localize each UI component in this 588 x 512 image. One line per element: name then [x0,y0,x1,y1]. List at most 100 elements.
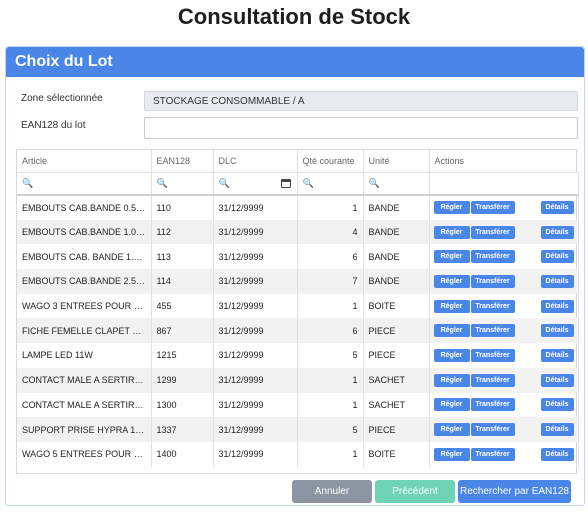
cell-qty: 1 [297,441,364,467]
previous-button[interactable]: Précédent [375,480,455,503]
transferer-button[interactable]: Transférer [470,250,515,264]
search-icon: 🔍 [368,177,380,188]
cell-ean128: 455 [151,293,214,319]
regler-button[interactable]: Régler [433,324,470,338]
table-row[interactable]: EMBOUTS CAB.BANDE 2.5MM² 114 31/12/9999 7 BA… [17,269,579,294]
cell-unit: SACHET [363,367,430,393]
table-row[interactable]: EMBOUTS CAB.BANDE 0.5MM² 110 31/12/9999 1 BA… [17,195,579,220]
page-title: Consultation de Stock [177,4,411,29]
regler-button[interactable]: Régler [433,299,470,313]
cell-ean128: 1299 [151,367,214,393]
ean128-input[interactable] [144,117,578,139]
cell-actions: Régler Transférer Détails [429,392,579,418]
transferer-button[interactable]: Transférer [470,201,515,215]
regler-button[interactable]: Régler [433,274,470,288]
cell-actions: Régler Transférer Détails [429,441,579,467]
cell-dlc: 31/12/9999 [213,219,298,245]
transferer-button[interactable]: Transférer [470,373,515,387]
details-button[interactable]: Détails [540,447,574,461]
cell-qty: 1 [297,367,364,393]
search-icon: 🔍 [218,177,230,188]
details-button[interactable]: Détails [540,398,574,412]
details-button[interactable]: Détails [540,274,574,288]
filter-qty[interactable]: 🔍 [297,172,364,196]
cell-article: WAGO 3 ENTREES POUR CABLE [17,293,152,319]
cell-qty: 6 [297,244,364,270]
regler-button[interactable]: Régler [433,201,470,215]
table-row[interactable]: EMBOUTS CAB.BANDE 1.00MM² 112 31/12/9999 4 B… [17,219,579,245]
cell-dlc: 31/12/9999 [213,318,298,344]
cell-dlc: 31/12/9999 [213,244,298,270]
transferer-button[interactable]: Transférer [470,398,515,412]
regler-button[interactable]: Régler [433,447,470,461]
column-header-article[interactable]: Article [17,150,152,173]
cell-article: EMBOUTS CAB. BANDE 1.5MM² [17,244,152,270]
regler-button[interactable]: Régler [433,250,470,264]
table-row[interactable]: SUPPORT PRISE HYPRA 16A 3P+T133731/12/99… [17,417,579,442]
table-row[interactable]: LAMPE LED 11W 1215 31/12/9999 5 PIECE Régler T… [17,343,579,368]
table-row[interactable]: WAGO 3 ENTREES POUR CABLE 455 31/12/9999 1 B… [17,293,579,319]
details-button[interactable]: Détails [540,201,574,215]
search-icon: 🔍 [156,177,168,188]
transferer-button[interactable]: Transférer [470,299,515,313]
regler-button[interactable]: Régler [433,398,470,412]
details-button[interactable]: Détails [540,250,574,264]
cell-qty: 5 [297,417,364,442]
cell-actions: Régler Transférer Détails [429,269,579,294]
table-row[interactable]: FICHE FEMELLE CLAPET 16A 2P+T86731/12/99… [17,318,579,344]
column-header-actions: Actions [429,150,578,173]
stock-grid: Article EAN128 DLC Qté courante Unité Ac… [16,149,579,474]
transferer-button[interactable]: Transférer [470,225,515,239]
cell-actions: Régler Transférer Détails [429,244,579,270]
cell-actions: Régler Transférer Détails [429,417,579,442]
details-button[interactable]: Détails [540,423,574,437]
cancel-button[interactable]: Annuler [292,480,372,503]
regler-button[interactable]: Régler [433,423,470,437]
transferer-button[interactable]: Transférer [470,274,515,288]
lot-selection-panel: Choix du Lot Zone sélectionnée STOCKAGE … [5,46,585,506]
ean-label: EAN128 du lot [21,120,86,131]
cell-unit: SACHET [363,392,430,418]
transferer-button[interactable]: Transférer [470,423,515,437]
regler-button[interactable]: Régler [433,225,470,239]
search-icon: 🔍 [22,177,34,188]
transferer-button[interactable]: Transférer [470,348,515,362]
details-button[interactable]: Détails [540,225,574,239]
transferer-button[interactable]: Transférer [470,324,515,338]
search-icon: 🔍 [302,177,314,188]
details-button[interactable]: Détails [540,299,574,313]
filter-dlc[interactable]: 🔍 [213,172,298,196]
cell-article: WAGO 5 ENTREES POUR CABLE [17,441,152,467]
column-header-dlc[interactable]: DLC [213,150,298,173]
column-header-ean128[interactable]: EAN128 [151,150,214,173]
cell-dlc: 31/12/9999 [213,343,298,368]
cell-article: LAMPE LED 11W [17,343,152,368]
filter-ean128[interactable]: 🔍 [151,172,214,196]
search-by-ean128-button[interactable]: Rechercher par EAN128 [458,480,571,503]
cell-unit: BANDE [363,195,430,220]
cell-ean128: 110 [151,195,214,220]
table-row[interactable]: WAGO 5 ENTREES POUR CABLE 1400 31/12/9999 1… [17,441,579,467]
regler-button[interactable]: Régler [433,348,470,362]
column-header-qty[interactable]: Qté courante [297,150,364,173]
filter-unit[interactable]: 🔍 [363,172,430,196]
cell-article: EMBOUTS CAB.BANDE 2.5MM² [17,269,152,294]
cell-ean128: 1337 [151,417,214,442]
calendar-icon[interactable] [280,178,291,188]
transferer-button[interactable]: Transférer [470,447,515,461]
cell-dlc: 31/12/9999 [213,195,298,220]
details-button[interactable]: Détails [540,373,574,387]
cell-unit: BANDE [363,219,430,245]
details-button[interactable]: Détails [540,324,574,338]
filter-article[interactable]: 🔍 [17,172,152,196]
cell-unit: BOITE [363,441,430,467]
table-row[interactable]: CONTACT MALE A SERTIR 2.5MM 1300 31/12/999… [17,392,579,418]
regler-button[interactable]: Régler [433,373,470,387]
column-header-unit[interactable]: Unité [363,150,430,173]
cell-article: EMBOUTS CAB.BANDE 0.5MM² [17,195,152,220]
details-button[interactable]: Détails [540,348,574,362]
cell-dlc: 31/12/9999 [213,293,298,319]
cell-unit: PIECE [363,343,430,368]
table-row[interactable]: EMBOUTS CAB. BANDE 1.5MM² 113 31/12/9999 6 B… [17,244,579,270]
table-row[interactable]: CONTACT MALE A SERTIR 0.5MM 1299 31/12/999… [17,367,579,393]
